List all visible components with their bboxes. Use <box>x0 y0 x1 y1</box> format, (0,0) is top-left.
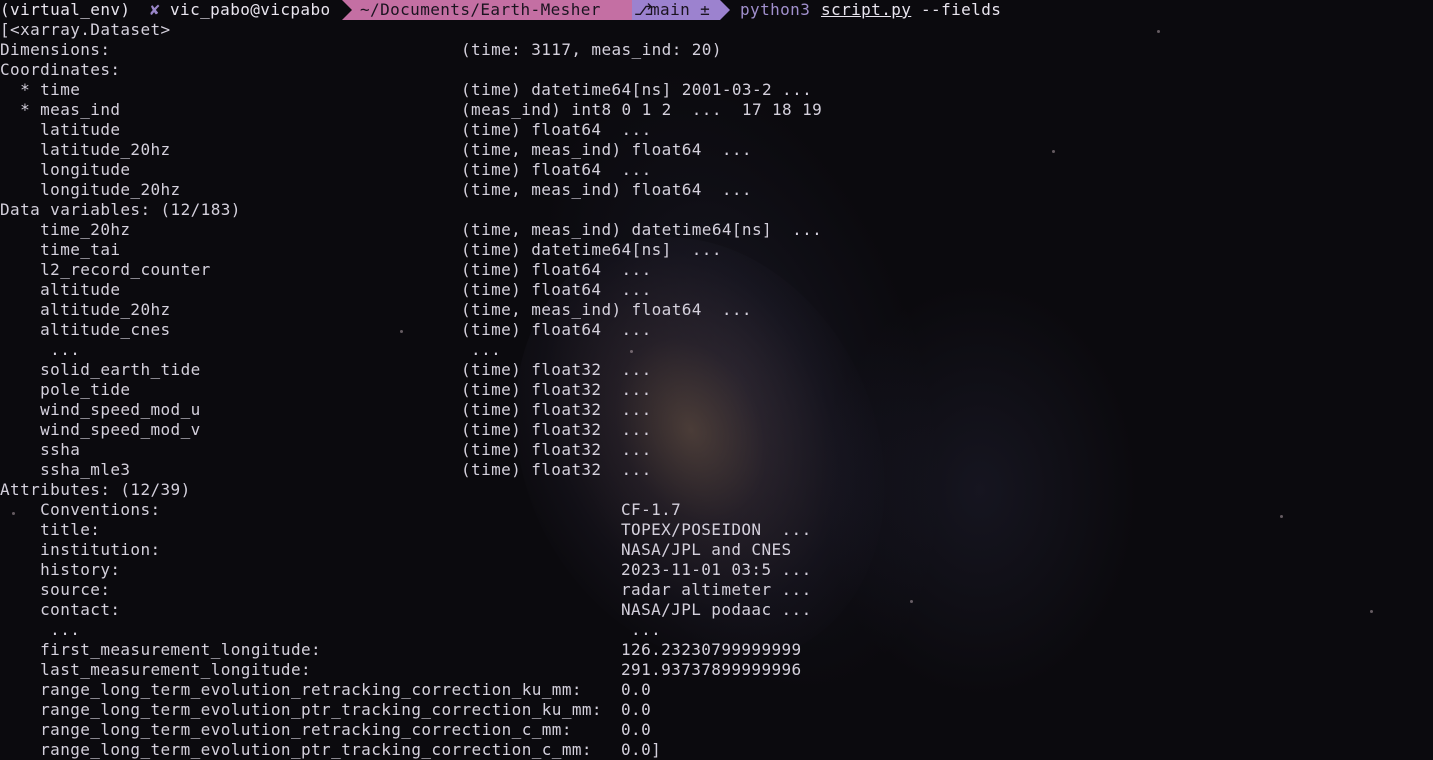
field-value: (time) datetime64[ns] ... <box>461 240 722 259</box>
field-name: longitude <box>0 160 131 179</box>
field-value: CF-1.7 <box>621 500 682 519</box>
field-name: time_tai <box>0 240 121 259</box>
error-status-icon: ✘ <box>150 0 161 19</box>
field-value: 0.0 <box>621 680 652 699</box>
galaxy-arm <box>820 280 1140 700</box>
field-name: ssha <box>0 440 81 459</box>
field-value: (time) float64 ... <box>461 280 652 299</box>
command-flag-arg: --fields <box>921 0 1002 19</box>
field-name: institution: <box>0 540 161 559</box>
shell-prompt: (virtual_env) ✘ vic_pabo@vicpabo ~/Docum… <box>0 0 1001 20</box>
field-name: altitude <box>0 280 121 299</box>
field-value: (time) float32 ... <box>461 460 652 479</box>
field-name: altitude_20hz <box>0 300 171 319</box>
field-name: title: <box>0 520 101 539</box>
field-value: (time) float32 ... <box>461 440 652 459</box>
field-name: Conventions: <box>0 500 161 519</box>
field-value: ... <box>461 340 502 359</box>
field-name: solid_earth_tide <box>0 360 201 379</box>
star <box>400 330 403 333</box>
star <box>1370 610 1373 613</box>
field-value: (time) datetime64[ns] 2001-03-2 ... <box>461 80 813 99</box>
field-value: (meas_ind) int8 0 1 2 ... 17 18 19 <box>461 100 823 119</box>
dataset-header: [<xarray.Dataset> <box>0 20 171 39</box>
field-name: pole_tide <box>0 380 131 399</box>
command-script-arg[interactable]: script.py <box>821 0 911 20</box>
field-value: ... <box>621 620 662 639</box>
field-value: (time) float32 ... <box>461 420 652 439</box>
dimensions-row: Dimensions: (time: 3117, meas_ind: 20) <box>0 40 721 60</box>
star <box>1052 150 1055 153</box>
field-value: (time, meas_ind) datetime64[ns] ... <box>461 220 823 239</box>
field-name: contact: <box>0 600 121 619</box>
field-name: history: <box>0 560 121 579</box>
field-value: radar altimeter ... <box>621 580 812 599</box>
field-name: range_long_term_evolution_retracking_cor… <box>0 720 572 739</box>
field-value: (time) float64 ... <box>461 120 652 139</box>
attributes-header: Attributes: (12/39) <box>0 480 191 499</box>
user-host: vic_pabo@vicpabo <box>170 0 331 19</box>
field-name: ... <box>0 620 81 639</box>
field-value: (time) float32 ... <box>461 400 652 419</box>
field-value: 126.23230799999999 <box>621 640 802 659</box>
field-value: (time, meas_ind) float64 ... <box>461 180 752 199</box>
field-name: last_measurement_longitude: <box>0 660 312 679</box>
field-name: source: <box>0 580 111 599</box>
field-value: (time) float32 ... <box>461 360 652 379</box>
field-name: latitude_20hz <box>0 140 171 159</box>
dimensions-value: (time: 3117, meas_ind: 20) <box>461 40 722 59</box>
field-value: (time) float32 ... <box>461 380 652 399</box>
field-name: range_long_term_evolution_ptr_tracking_c… <box>0 700 602 719</box>
data-variables-header: Data variables: (12/183) <box>0 200 241 219</box>
field-name: time_20hz <box>0 220 131 239</box>
field-name: wind_speed_mod_u <box>0 400 201 419</box>
field-name: longitude_20hz <box>0 180 181 199</box>
star <box>1157 30 1160 33</box>
git-branch-icon: ⎇ <box>634 0 653 19</box>
field-name: range_long_term_evolution_retracking_cor… <box>0 680 582 699</box>
section-label: Dimensions: <box>0 40 111 59</box>
command-name: python3 <box>740 0 811 19</box>
field-value: 291.93737899999996 <box>621 660 802 679</box>
coordinates-header: Coordinates: <box>0 60 121 79</box>
field-name: altitude_cnes <box>0 320 171 339</box>
star <box>1280 515 1283 518</box>
field-value: (time, meas_ind) float64 ... <box>461 140 752 159</box>
field-value: NASA/JPL podaac ... <box>621 600 812 619</box>
field-name: first_measurement_longitude: <box>0 640 322 659</box>
field-name: l2_record_counter <box>0 260 211 279</box>
field-name: * time <box>0 80 81 99</box>
virtualenv-label: (virtual_env) <box>0 0 131 19</box>
field-value: 2023-11-01 03:5 ... <box>621 560 812 579</box>
field-name: ... <box>0 340 81 359</box>
field-name: wind_speed_mod_v <box>0 420 201 439</box>
git-segment: ⎇ main ± <box>632 0 730 20</box>
field-name: * meas_ind <box>0 100 121 119</box>
field-value: (time) float64 ... <box>461 160 652 179</box>
field-value: (time, meas_ind) float64 ... <box>461 300 752 319</box>
field-value: 0.0] <box>621 740 662 759</box>
cwd-segment: ~/Documents/Earth-Mesher <box>342 0 642 20</box>
field-value: (time) float64 ... <box>461 260 652 279</box>
cwd-path: ~/Documents/Earth-Mesher <box>360 0 601 19</box>
field-value: 0.0 <box>621 720 652 739</box>
field-value: (time) float64 ... <box>461 320 652 339</box>
git-branch: main ± <box>650 0 711 19</box>
field-name: ssha_mle3 <box>0 460 131 479</box>
field-value: TOPEX/POSEIDON ... <box>621 520 812 539</box>
field-name: range_long_term_evolution_ptr_tracking_c… <box>0 740 592 759</box>
field-name: latitude <box>0 120 121 139</box>
star <box>910 600 913 603</box>
field-value: 0.0 <box>621 700 652 719</box>
star <box>630 350 633 353</box>
field-value: NASA/JPL and CNES <box>621 540 792 559</box>
